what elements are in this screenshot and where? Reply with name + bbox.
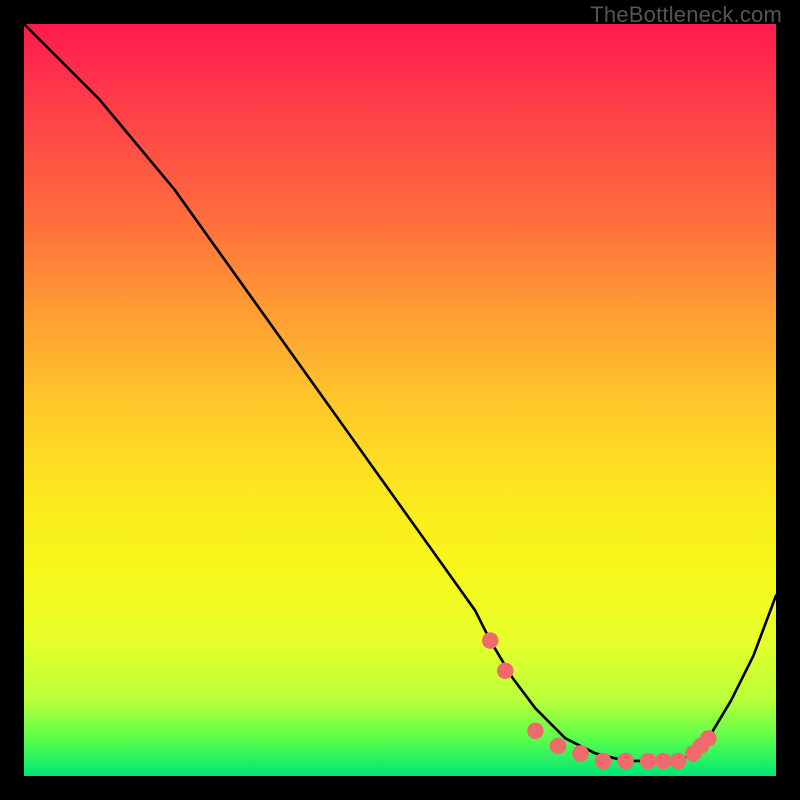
highlight-dot	[640, 753, 657, 770]
highlight-dot	[482, 632, 499, 649]
chart-frame: TheBottleneck.com	[0, 0, 800, 800]
bottleneck-curve	[24, 24, 776, 761]
highlight-dot	[550, 738, 567, 755]
plot-area	[24, 24, 776, 776]
highlight-dot	[595, 753, 612, 770]
chart-svg	[24, 24, 776, 776]
highlight-dot	[670, 753, 687, 770]
highlight-dot	[655, 753, 672, 770]
highlight-dot	[572, 745, 589, 762]
highlight-dot	[497, 662, 514, 679]
highlight-dots	[482, 632, 717, 769]
highlight-dot	[700, 730, 717, 747]
highlight-dot	[617, 753, 634, 770]
watermark-text: TheBottleneck.com	[590, 2, 782, 28]
highlight-dot	[527, 723, 544, 740]
